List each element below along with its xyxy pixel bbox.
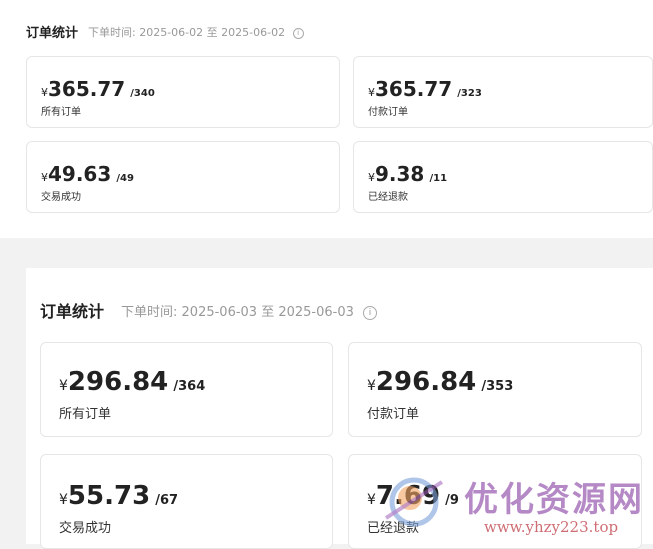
- stat-card-refunded[interactable]: ¥9.38 /11 已经退款: [353, 141, 653, 213]
- stat-label: 所有订单: [41, 107, 81, 118]
- order-stats-panel-2: 订单统计 下单时间: 2025-06-03 至 2025-06-03 i ¥29…: [26, 268, 653, 549]
- stat-card-all-orders[interactable]: ¥365.77 /340 所有订单: [26, 56, 340, 128]
- stat-amount: ¥9.38 /11: [368, 162, 448, 186]
- stat-amount: ¥296.84 /364: [59, 367, 206, 397]
- stat-amount: ¥365.77 /323: [368, 77, 482, 101]
- stat-card-paid-orders[interactable]: ¥365.77 /323 付款订单: [353, 56, 653, 128]
- stat-amount: ¥49.63 /49: [41, 162, 134, 186]
- stat-amount: ¥55.73 /67: [59, 481, 179, 511]
- panel-title: 订单统计: [26, 26, 79, 41]
- stat-label: 已经退款: [368, 192, 408, 203]
- stat-label: 交易成功: [41, 192, 81, 203]
- date-filter[interactable]: 下单时间: 2025-06-03 至 2025-06-03 i: [121, 301, 378, 320]
- stat-card-completed[interactable]: ¥49.63 /49 交易成功: [26, 141, 340, 213]
- stat-card-all-orders[interactable]: ¥296.84 /364 所有订单: [40, 342, 333, 437]
- stat-label: 所有订单: [59, 407, 112, 422]
- date-range: 2025-06-03 至 2025-06-03: [181, 305, 354, 320]
- date-label: 下单时间:: [121, 305, 178, 320]
- stat-amount: ¥296.84 /353: [367, 367, 514, 397]
- date-range: 2025-06-02 至 2025-06-02: [139, 26, 286, 39]
- stat-amount: ¥365.77 /340: [41, 77, 155, 101]
- info-circle-icon[interactable]: i: [292, 27, 304, 39]
- stat-label: 已经退款: [367, 521, 420, 536]
- stat-label: 付款订单: [368, 107, 408, 118]
- order-stats-panel-1: 订单统计 下单时间: 2025-06-02 至 2025-06-02 i ¥36…: [0, 0, 653, 238]
- stat-amount: ¥7.69 /9: [367, 481, 459, 511]
- info-circle-icon[interactable]: i: [363, 305, 378, 320]
- stat-label: 付款订单: [367, 407, 420, 422]
- stat-card-refunded[interactable]: ¥7.69 /9 已经退款: [348, 454, 642, 549]
- date-label: 下单时间:: [88, 26, 136, 39]
- panel-title: 订单统计: [40, 302, 105, 321]
- stat-card-completed[interactable]: ¥55.73 /67 交易成功: [40, 454, 333, 549]
- date-filter[interactable]: 下单时间: 2025-06-02 至 2025-06-02 i: [88, 24, 304, 40]
- stat-card-paid-orders[interactable]: ¥296.84 /353 付款订单: [348, 342, 642, 437]
- stat-label: 交易成功: [59, 521, 112, 536]
